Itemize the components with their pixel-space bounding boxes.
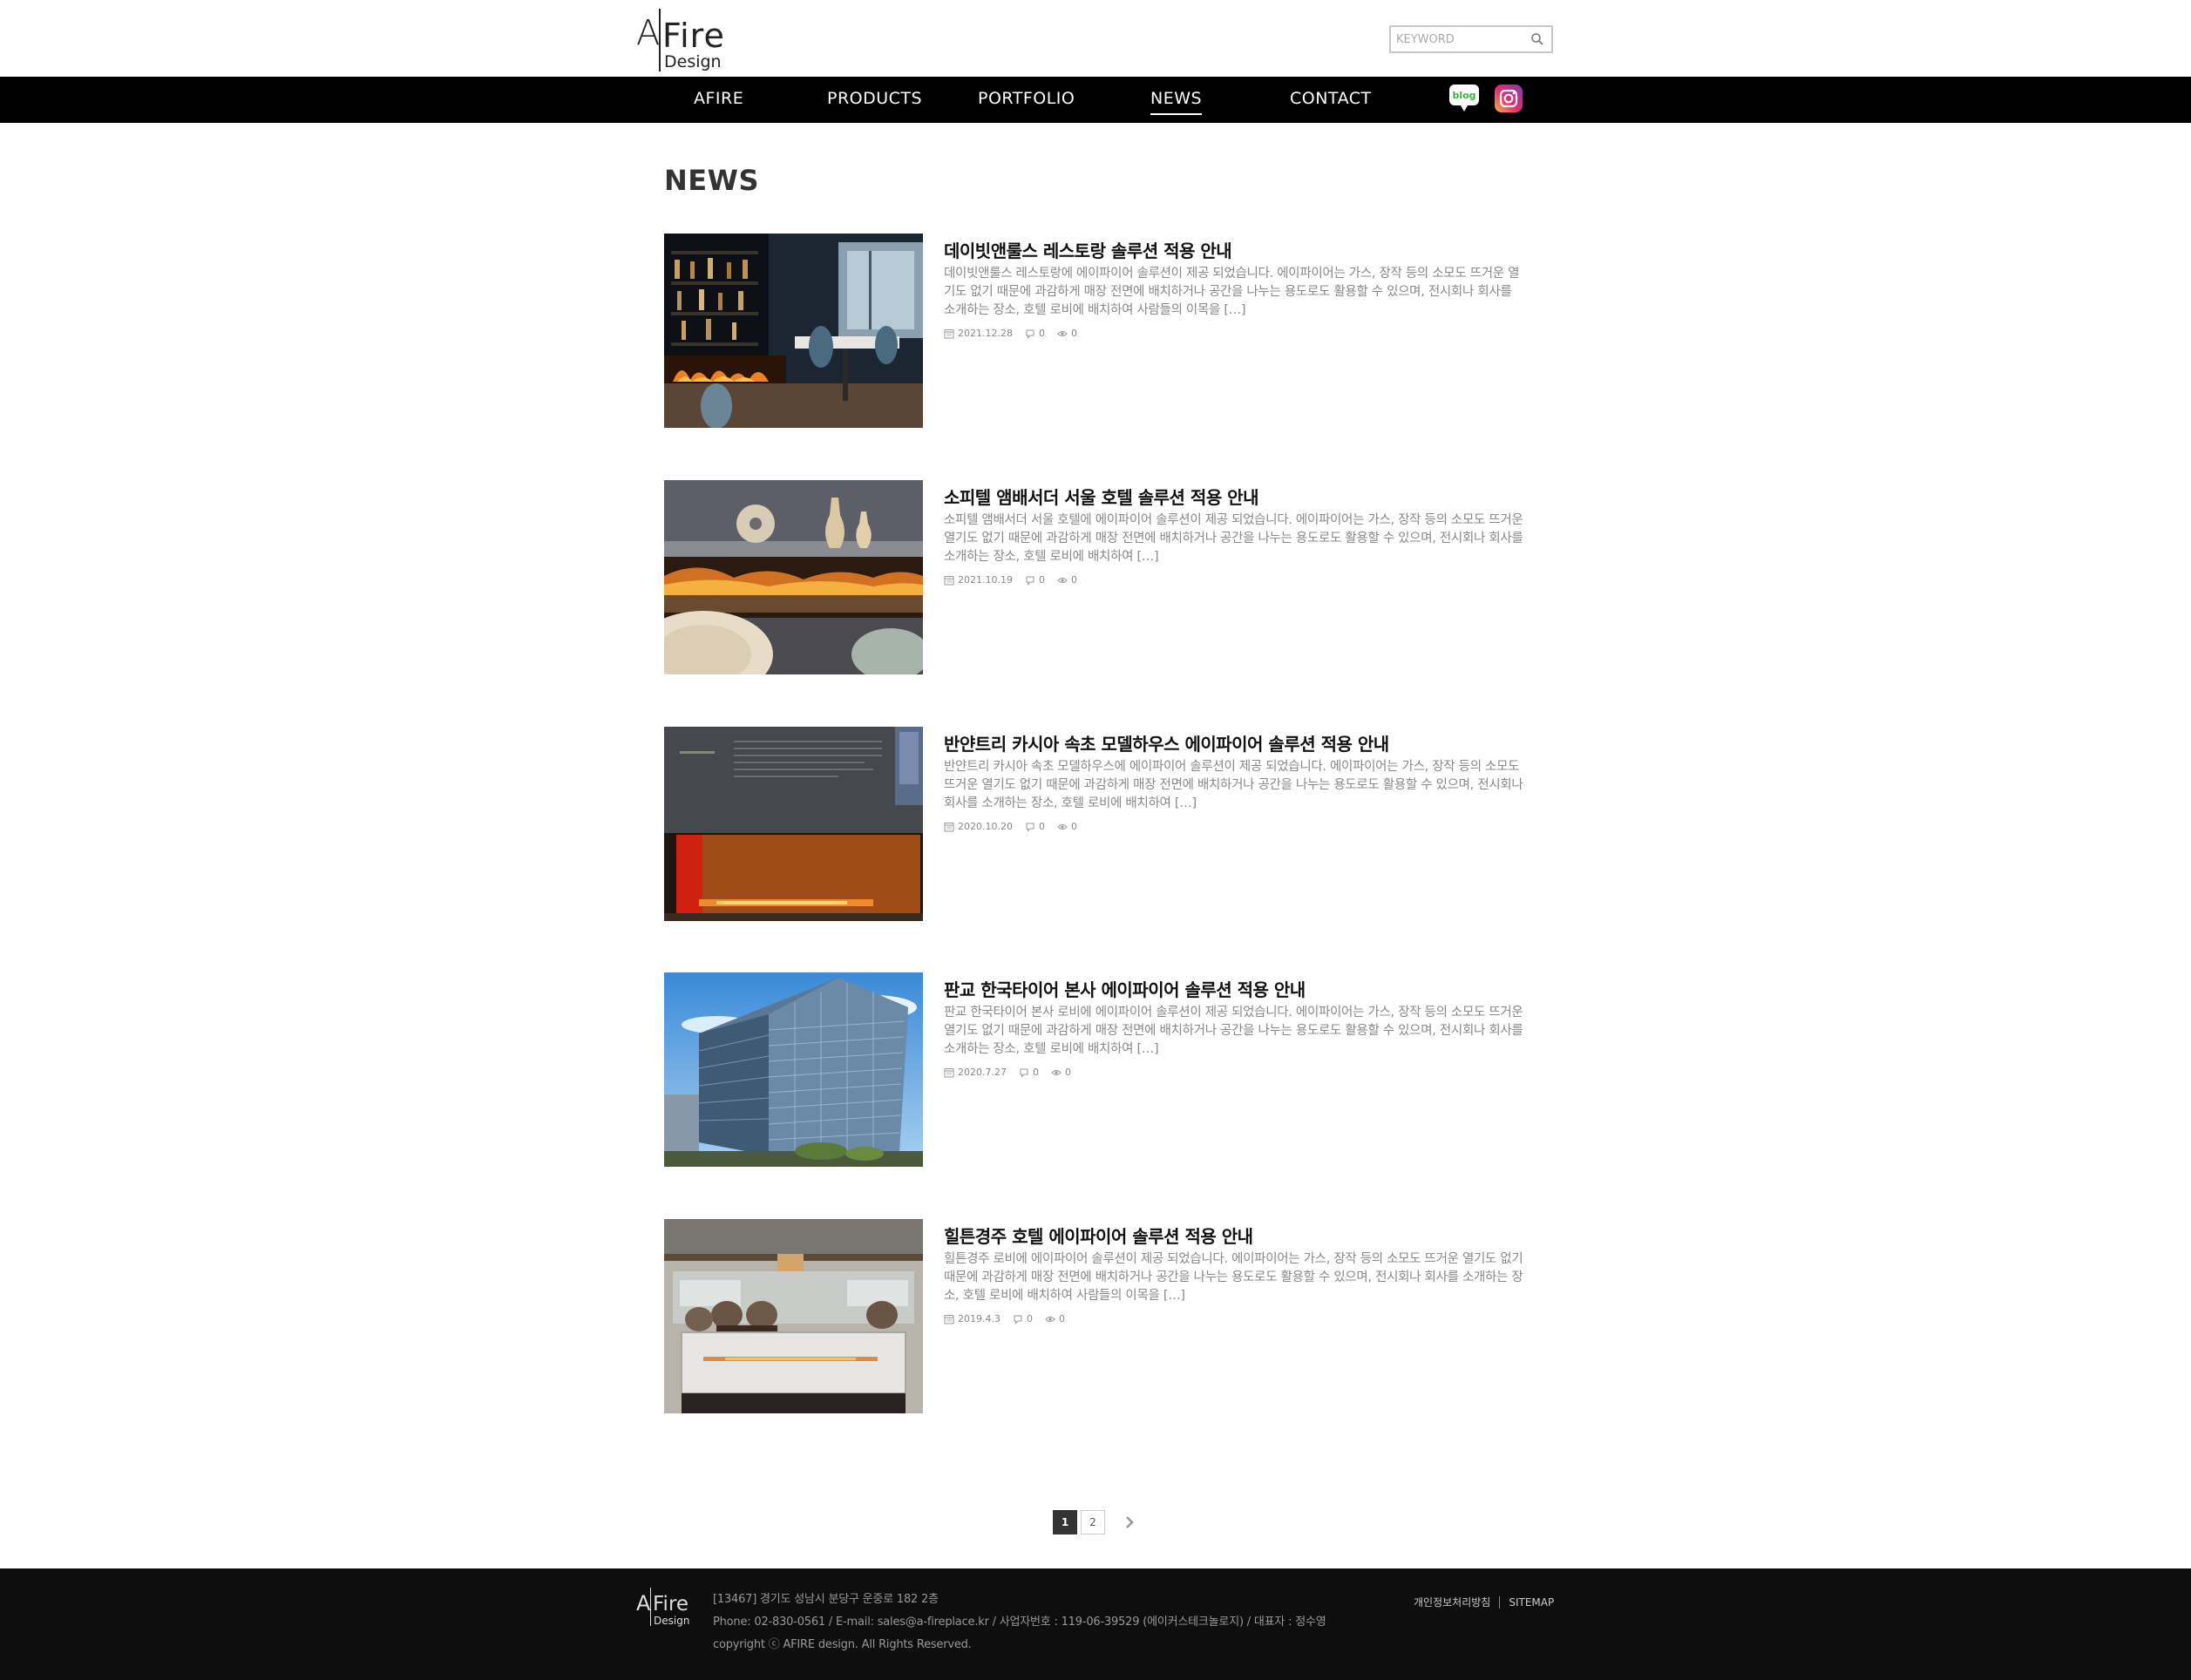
footer-links: 개인정보처리방침 SITEMAP	[1414, 1595, 1554, 1609]
post-date: 2020.7.27	[958, 1067, 1007, 1078]
post-thumbnail[interactable]	[664, 727, 923, 921]
eye-icon	[1057, 823, 1068, 830]
instagram-icon[interactable]	[1494, 84, 1523, 113]
comment-count: 0	[1038, 821, 1045, 832]
footer-address: [13467] 경기도 성남시 분당구 운중로 182 2층	[713, 1593, 939, 1606]
site-header: A Fire Design	[0, 0, 2191, 77]
comment-icon	[1014, 1315, 1022, 1324]
footer-logo-word-fire: Fire	[653, 1593, 689, 1616]
comment-count: 0	[1038, 574, 1045, 586]
footer-copyright: copyright ⓒ AFIRE design. All Rights Res…	[713, 1638, 972, 1651]
privacy-policy-link[interactable]: 개인정보처리방침	[1414, 1595, 1490, 1609]
nav-item-afire[interactable]: AFIRE	[694, 89, 743, 108]
comment-icon	[1026, 576, 1034, 586]
post-meta: 2021.10.19 0 0	[944, 574, 1077, 586]
post-title[interactable]: 힐튼경주 호텔 에이파이어 솔루션 적용 안내	[944, 1223, 1253, 1248]
pagination: 1 2	[1053, 1510, 1142, 1534]
news-post: 데이빗앤룰스 레스토랑 솔루션 적용 안내 데이빗앤룰스 레스토랑에 에이파이어…	[664, 234, 1527, 429]
post-thumbnail[interactable]	[664, 1219, 923, 1413]
post-date: 2019.4.3	[958, 1313, 1001, 1324]
sitemap-link[interactable]: SITEMAP	[1509, 1596, 1554, 1609]
calendar-icon	[944, 1067, 954, 1077]
post-date: 2021.12.28	[958, 328, 1013, 339]
search-icon[interactable]	[1530, 32, 1544, 46]
post-excerpt: 데이빗앤룰스 레스토랑에 에이파이어 솔루션이 제공 되었습니다. 에이파이어는…	[944, 267, 1520, 317]
post-meta: 2020.7.27 0 0	[944, 1067, 1071, 1078]
eye-icon	[1051, 1069, 1062, 1075]
calendar-icon	[944, 1314, 954, 1324]
svg-text:blog: blog	[1452, 90, 1475, 101]
logo-letter-a: A	[636, 13, 661, 53]
comment-icon	[1026, 823, 1034, 832]
post-title[interactable]: 판교 한국타이어 본사 에이파이어 솔루션 적용 안내	[944, 976, 1306, 1001]
page-title: NEWS	[664, 164, 759, 197]
view-count: 0	[1070, 328, 1077, 339]
footer-contact: Phone: 02-830-0561 / E-mail: sales@a-fir…	[713, 1616, 1326, 1629]
nav-item-products[interactable]: PRODUCTS	[827, 89, 922, 108]
comment-count: 0	[1038, 328, 1045, 339]
post-meta: 2021.12.28 0 0	[944, 328, 1077, 339]
nav-item-news[interactable]: NEWS	[1150, 89, 1203, 115]
logo-divider	[659, 9, 661, 71]
post-excerpt: 반얀트리 카시아 속초 모델하우스에 에이파이어 솔루션이 제공 되었습니다. …	[944, 760, 1523, 810]
site-logo[interactable]: A Fire Design	[636, 9, 724, 73]
nav-item-contact[interactable]: CONTACT	[1290, 89, 1372, 108]
news-post: 힐튼경주 호텔 에이파이어 솔루션 적용 안내 힐튼경주 로비에 에이파이어 솔…	[664, 1219, 1527, 1414]
logo-word-design: Design	[664, 52, 722, 71]
post-meta: 2019.4.3 0 0	[944, 1313, 1065, 1324]
post-thumbnail[interactable]	[664, 234, 923, 428]
footer-logo[interactable]: A Fire Design	[636, 1588, 690, 1629]
site-footer: A Fire Design [13467] 경기도 성남시 분당구 운중로 18…	[0, 1568, 2191, 1680]
footer-logo-letter-a: A	[636, 1591, 651, 1616]
view-count: 0	[1058, 1313, 1065, 1324]
comment-count: 0	[1032, 1067, 1039, 1078]
page-2-button[interactable]: 2	[1081, 1510, 1105, 1534]
post-meta: 2020.10.20 0 0	[944, 821, 1077, 832]
view-count: 0	[1070, 821, 1077, 832]
blog-icon[interactable]: blog	[1448, 84, 1480, 113]
news-post: 소피텔 앰배서더 서울 호텔 솔루션 적용 안내 소피텔 앰배서더 서울 호텔에…	[664, 480, 1527, 675]
footer-logo-divider	[650, 1588, 651, 1626]
chevron-right-icon[interactable]	[1117, 1510, 1142, 1534]
view-count: 0	[1070, 574, 1077, 586]
eye-icon	[1045, 1316, 1055, 1322]
calendar-icon	[944, 822, 954, 831]
comment-icon	[1026, 329, 1034, 339]
post-excerpt: 힐튼경주 로비에 에이파이어 솔루션이 제공 되었습니다. 에이파이어는 가스,…	[944, 1252, 1523, 1303]
eye-icon	[1057, 577, 1068, 583]
page-1-button[interactable]: 1	[1053, 1510, 1077, 1534]
nav-item-portfolio[interactable]: PORTFOLIO	[978, 89, 1075, 108]
news-post: 판교 한국타이어 본사 에이파이어 솔루션 적용 안내 판교 한국타이어 본사 …	[664, 972, 1527, 1168]
footer-link-divider	[1499, 1595, 1501, 1609]
footer-logo-word-design: Design	[654, 1615, 690, 1627]
main-nav: AFIRE PRODUCTS PORTFOLIO NEWS CONTACT	[0, 77, 2191, 123]
post-date: 2021.10.19	[958, 574, 1013, 586]
post-thumbnail[interactable]	[664, 480, 923, 674]
post-title[interactable]: 반얀트리 카시아 속초 모델하우스 에이파이어 솔루션 적용 안내	[944, 730, 1389, 755]
logo-word-fire: Fire	[662, 17, 725, 55]
search-box	[1389, 25, 1553, 53]
comment-icon	[1020, 1068, 1028, 1078]
calendar-icon	[944, 575, 954, 585]
eye-icon	[1057, 330, 1068, 336]
post-thumbnail[interactable]	[664, 972, 923, 1167]
search-input[interactable]	[1396, 30, 1527, 48]
post-title[interactable]: 소피텔 앰배서더 서울 호텔 솔루션 적용 안내	[944, 484, 1258, 509]
calendar-icon	[944, 329, 954, 338]
post-excerpt: 소피텔 앰배서더 서울 호텔에 에이파이어 솔루션이 제공 되었습니다. 에이파…	[944, 513, 1523, 564]
news-post: 반얀트리 카시아 속초 모델하우스 에이파이어 솔루션 적용 안내 반얀트리 카…	[664, 727, 1527, 922]
view-count: 0	[1064, 1067, 1071, 1078]
post-date: 2020.10.20	[958, 821, 1013, 832]
comment-count: 0	[1026, 1313, 1033, 1324]
post-excerpt: 판교 한국타이어 본사 로비에 에이파이어 솔루션이 제공 되었습니다. 에이파…	[944, 1006, 1523, 1056]
post-title[interactable]: 데이빗앤룰스 레스토랑 솔루션 적용 안내	[944, 237, 1232, 262]
